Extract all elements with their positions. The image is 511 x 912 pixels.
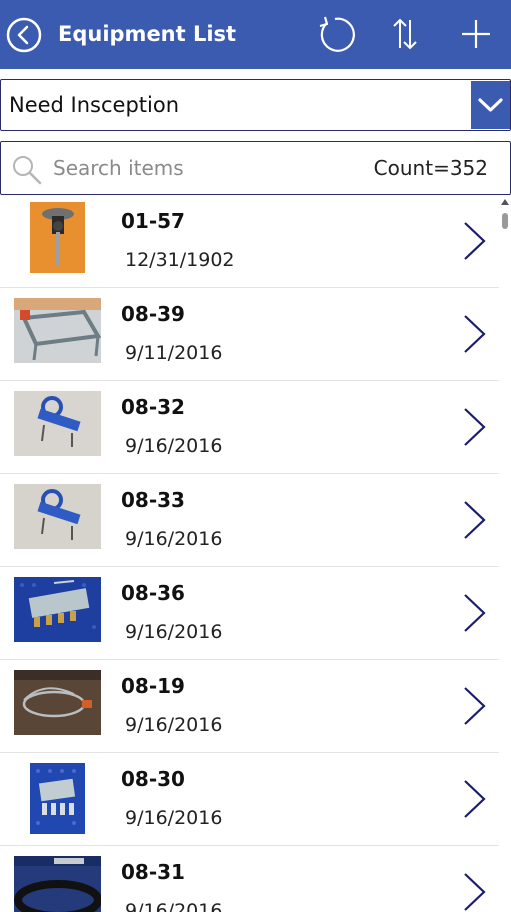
item-date: 9/11/2016 [125,342,223,364]
item-date: 9/16/2016 [125,714,223,736]
item-date: 9/16/2016 [125,621,223,643]
plus-icon[interactable] [456,14,496,54]
equipment-thumbnail [14,577,101,642]
list-scrollbar[interactable] [499,195,511,912]
item-id: 08-39 [121,302,185,326]
item-date: 12/31/1902 [125,249,235,271]
scroll-up-arrow-icon[interactable] [501,199,509,205]
equipment-thumbnail [30,202,85,273]
equipment-thumbnail [14,391,101,456]
sort-icon[interactable] [385,14,425,54]
equipment-thumbnail [14,298,101,363]
equipment-thumbnail [30,763,85,834]
chevron-right-icon[interactable] [460,592,488,634]
back-arrow-circle-icon[interactable] [5,16,43,54]
status-filter-dropdown[interactable]: Need Insception [0,79,511,131]
list-item[interactable]: 08-30 9/16/2016 [0,753,499,846]
header-bar: Equipment List [0,0,511,69]
item-date: 9/16/2016 [125,528,223,550]
equipment-thumbnail [14,670,101,735]
item-date: 9/16/2016 [125,807,223,829]
item-date: 9/16/2016 [125,900,223,912]
dropdown-selected-value: Need Insception [9,93,180,117]
chevron-right-icon[interactable] [460,220,488,262]
chevron-down-icon [478,98,503,112]
chevron-right-icon[interactable] [460,685,488,727]
chevron-right-icon[interactable] [460,871,488,912]
search-icon [13,156,42,185]
list-item[interactable]: 08-31 9/16/2016 [0,846,499,912]
chevron-right-icon[interactable] [460,778,488,820]
chevron-right-icon[interactable] [460,499,488,541]
list-item[interactable]: 01-57 12/31/1902 [0,195,499,288]
item-id: 08-36 [121,581,185,605]
list-item[interactable]: 08-39 9/11/2016 [0,288,499,381]
list-item[interactable]: 08-36 9/16/2016 [0,567,499,660]
item-date: 9/16/2016 [125,435,223,457]
equipment-list[interactable]: 01-57 12/31/1902 08-39 9/11/2016 08-32 9… [0,195,499,912]
item-id: 08-30 [121,767,185,791]
item-id: 08-33 [121,488,185,512]
equipment-thumbnail [14,856,101,912]
item-id: 08-19 [121,674,185,698]
dropdown-toggle-button[interactable] [471,81,510,129]
scrollbar-thumb[interactable] [502,213,508,229]
refresh-icon[interactable] [315,14,355,54]
list-item[interactable]: 08-32 9/16/2016 [0,381,499,474]
item-count: Count=352 [373,156,488,180]
list-item[interactable]: 08-33 9/16/2016 [0,474,499,567]
list-item[interactable]: 08-19 9/16/2016 [0,660,499,753]
item-id: 08-31 [121,860,185,884]
page-title: Equipment List [58,22,237,46]
item-id: 08-32 [121,395,185,419]
search-bar: Count=352 [0,141,511,195]
equipment-thumbnail [14,484,101,549]
item-id: 01-57 [121,209,185,233]
chevron-right-icon[interactable] [460,406,488,448]
search-input[interactable] [53,152,353,184]
chevron-right-icon[interactable] [460,313,488,355]
